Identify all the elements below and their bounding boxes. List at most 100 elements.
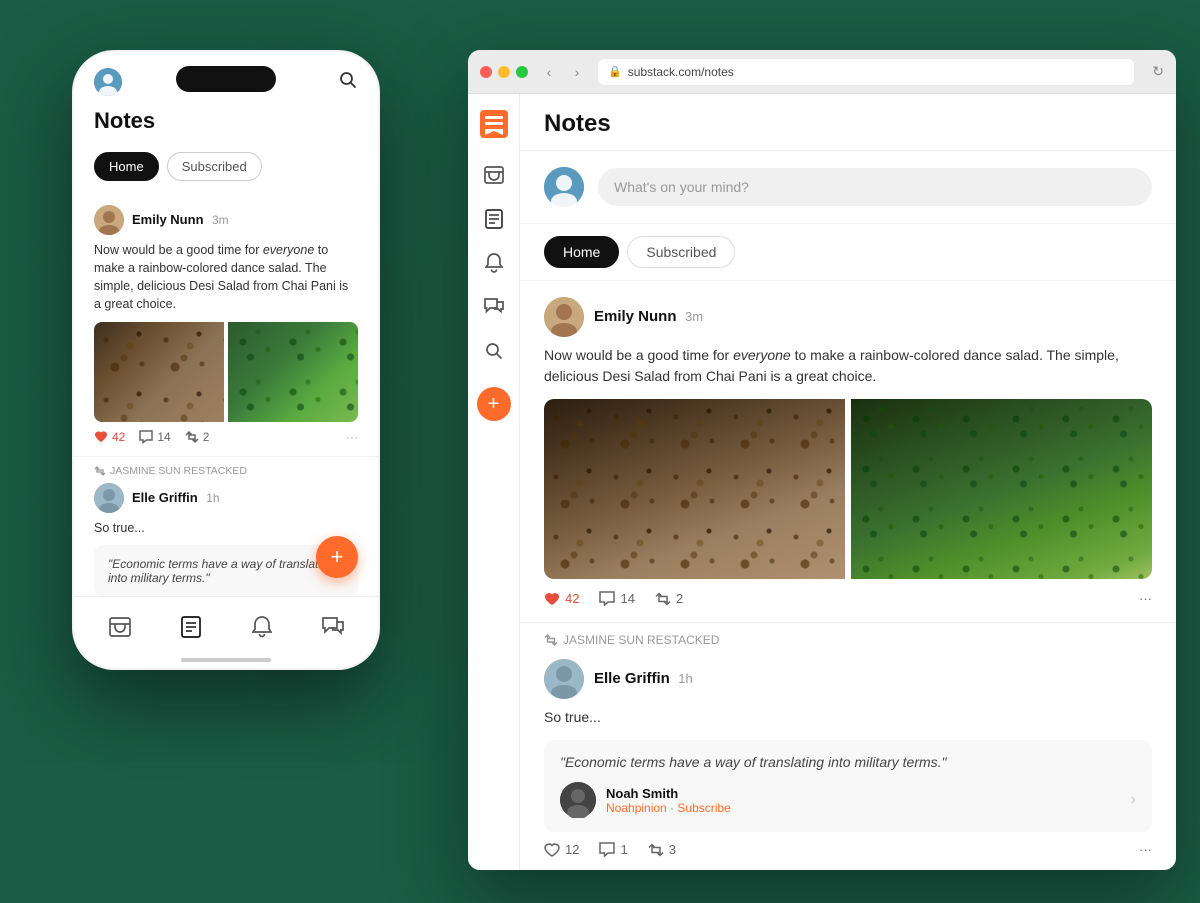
elle-griffin-avatar-mobile[interactable] [94,483,124,513]
browser-main-content: Notes What's on your mind? Home Subscrib… [520,94,1176,870]
desktop-post-1-actions: 42 14 2 ··· [544,591,1152,606]
desktop-post-1: Emily Nunn 3m Now would be a good time f… [520,281,1176,623]
phone-notch [176,66,276,92]
desktop-more-btn-2[interactable]: ··· [1139,842,1152,857]
desktop-tabs: Home Subscribed [520,224,1176,281]
close-button-browser[interactable] [480,66,492,78]
compose-area-desktop: What's on your mind? [520,151,1176,224]
desktop-like-btn-2[interactable]: 12 [544,842,579,857]
emily-nunn-avatar-desktop[interactable] [544,297,584,337]
desktop-food-image-1 [544,399,845,579]
desktop-like-count-2: 12 [565,842,579,857]
more-button-mobile[interactable]: ··· [346,430,358,444]
sidebar-bell-icon[interactable] [482,251,506,275]
elle-griffin-text-mobile: So true... [94,519,358,537]
fab-mobile[interactable]: + [316,536,358,578]
nav-inbox-mobile[interactable] [106,613,134,641]
sidebar-search-icon[interactable] [482,339,506,363]
browser-window: ‹ › 🔒 substack.com/notes ↻ [468,50,1176,870]
emily-nunn-name-mobile: Emily Nunn [132,212,204,227]
mobile-header: Notes [74,104,378,144]
maximize-button-browser[interactable] [516,66,528,78]
mobile-tab-subscribed[interactable]: Subscribed [167,152,262,181]
desktop-restack-btn-2[interactable]: 3 [648,842,676,857]
browser-url-bar[interactable]: 🔒 substack.com/notes [598,59,1134,85]
desktop-restack-btn-1[interactable]: 2 [655,591,683,606]
like-count-mobile: 42 [112,430,125,444]
elle-griffin-time-mobile: 1h [206,491,219,505]
desktop-post-2: Elle Griffin 1h So true... "Economic ter… [520,647,1176,870]
browser-sidebar: + [468,94,520,870]
emily-nunn-avatar-mobile[interactable] [94,205,124,235]
subscribe-link-noah[interactable]: Subscribe [677,801,730,815]
browser-back-button[interactable]: ‹ [538,61,560,83]
restack-button-mobile[interactable]: 2 [185,430,210,444]
noah-smith-name: Noah Smith [606,786,731,801]
desktop-more-btn-1[interactable]: ··· [1139,591,1152,606]
browser-refresh-button[interactable]: ↻ [1152,63,1164,80]
lock-icon: 🔒 [608,65,622,78]
sidebar-chat-icon[interactable] [482,295,506,319]
elle-griffin-header-desktop: Elle Griffin 1h [544,659,1152,699]
quote-source-info: Noah Smith Noahpinion · Subscribe [606,786,731,815]
desktop-food-image-2 [851,399,1152,579]
quote-chevron-icon: › [1131,791,1136,809]
desktop-like-btn-1[interactable]: 42 [544,591,579,606]
browser-forward-button[interactable]: › [566,61,588,83]
browser-nav-controls: ‹ › [538,61,588,83]
mobile-post-1-images [94,322,358,422]
user-avatar-mobile[interactable] [94,68,122,96]
food-image-1-mobile [94,322,224,422]
desktop-comment-btn-2[interactable]: 1 [599,842,627,857]
substack-logo[interactable] [480,110,508,143]
compose-user-avatar [544,167,584,207]
quote-source-desktop: Noah Smith Noahpinion · Subscribe › [560,782,1136,818]
elle-griffin-header-mobile: Elle Griffin 1h [94,483,358,513]
desktop-tab-home[interactable]: Home [544,236,619,268]
desktop-restack-count-1: 2 [676,591,683,606]
sidebar-inbox-icon[interactable] [482,163,506,187]
noah-smith-avatar[interactable] [560,782,596,818]
sidebar-notes-icon[interactable] [482,207,506,231]
elle-griffin-name-mobile: Elle Griffin [132,490,198,505]
browser-window-controls [480,66,528,78]
like-button-mobile[interactable]: 42 [94,430,125,444]
mobile-page-title: Notes [94,108,358,134]
emily-nunn-time-desktop: 3m [685,309,703,324]
minimize-button-browser[interactable] [498,66,510,78]
elle-griffin-text-desktop: So true... [544,707,1152,728]
mobile-tabs: Home Subscribed [74,144,378,193]
desktop-restack-count-2: 3 [669,842,676,857]
desktop-page-title: Notes [544,110,1152,138]
compose-input-desktop[interactable]: What's on your mind? [598,168,1152,206]
home-indicator [181,658,271,662]
desktop-tab-subscribed[interactable]: Subscribed [627,236,735,268]
desktop-like-count-1: 42 [565,591,579,606]
emily-nunn-time-mobile: 3m [212,213,229,227]
mobile-tab-home[interactable]: Home [94,152,159,181]
restack-count-mobile: 2 [203,430,210,444]
emily-nunn-name-desktop: Emily Nunn [594,308,677,325]
phone-frame: Notes Home Subscribed [72,50,380,670]
elle-griffin-time-desktop: 1h [678,671,692,686]
fab-desktop[interactable]: + [477,387,511,421]
restack-label-mobile: JASMINE SUN RESTACKED [74,457,378,477]
desktop-comment-btn-1[interactable]: 14 [599,591,634,606]
browser-titlebar: ‹ › 🔒 substack.com/notes ↻ [468,50,1176,94]
mobile-post-1-header: Emily Nunn 3m [94,205,358,235]
nav-notes-mobile[interactable] [177,613,205,641]
comment-button-mobile[interactable]: 14 [139,430,170,444]
search-icon-mobile[interactable] [338,70,358,95]
mobile-post-2-restack: JASMINE SUN RESTACKED [74,457,378,609]
elle-griffin-name-desktop: Elle Griffin [594,670,670,687]
nav-chat-mobile[interactable] [319,613,347,641]
mobile-post-1-actions: 42 14 2 ··· [94,430,358,444]
quote-block-desktop: "Economic terms have a way of translatin… [544,740,1152,832]
mobile-post-1-text: Now would be a good time for everyone to… [94,241,358,314]
nav-bell-mobile[interactable] [248,613,276,641]
quote-text-desktop: "Economic terms have a way of translatin… [560,754,1136,770]
comment-count-mobile: 14 [157,430,170,444]
desktop-main-header: Notes [520,94,1176,151]
desktop-comment-count-1: 14 [620,591,634,606]
elle-griffin-avatar-desktop[interactable] [544,659,584,699]
